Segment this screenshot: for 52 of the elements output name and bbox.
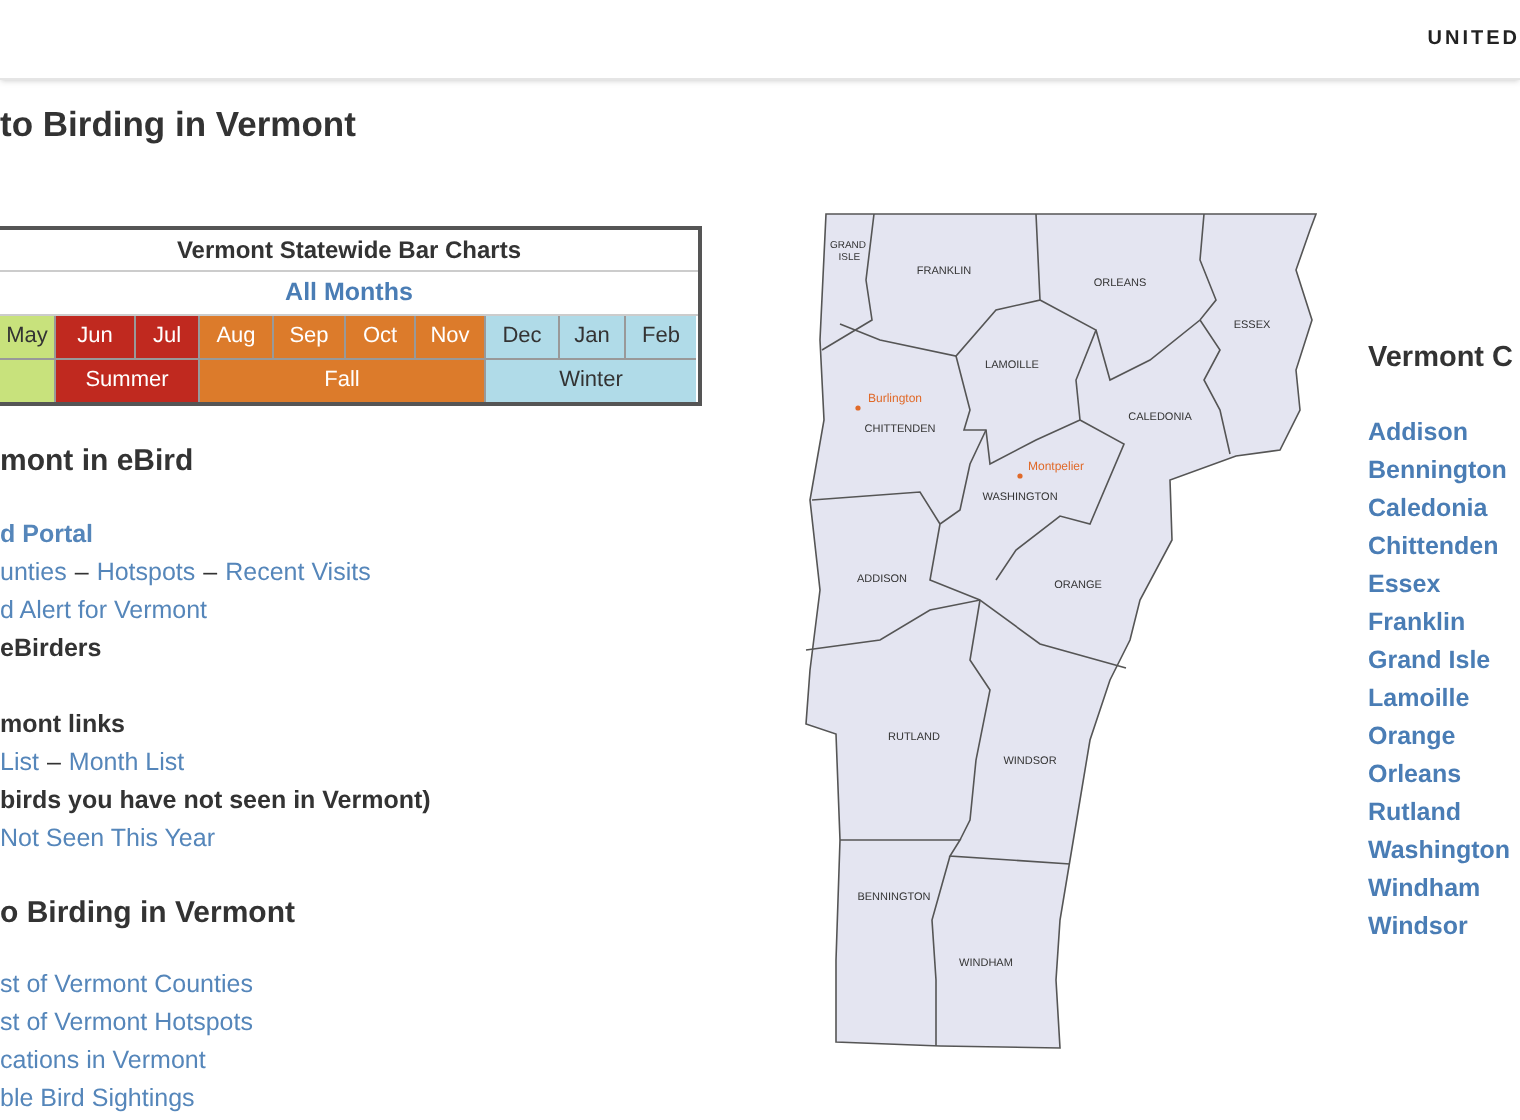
text: eBirders (0, 631, 102, 666)
county-link[interactable]: Rutland (1368, 793, 1514, 832)
month-link[interactable]: Jun (56, 316, 136, 360)
text: – (46, 745, 61, 780)
month-link[interactable]: May (0, 316, 56, 360)
month-link[interactable]: Feb (626, 316, 696, 360)
month-link[interactable]: Jan (560, 316, 626, 360)
county-link[interactable]: Lamoille (1368, 679, 1514, 718)
month-link[interactable]: Sep (274, 316, 346, 360)
link[interactable]: Month List (68, 743, 185, 781)
month-link[interactable]: Oct (346, 316, 416, 360)
link[interactable]: Not Seen This Year (0, 819, 215, 857)
county-link[interactable]: Chittenden (1368, 527, 1514, 566)
text: mont links (0, 707, 126, 742)
counties-heading: Vermont C (1368, 340, 1514, 378)
link[interactable]: cations in Vermont (0, 1042, 206, 1080)
county-link[interactable]: Addison (1368, 413, 1514, 452)
season-link[interactable]: Fall (200, 360, 486, 402)
county-link[interactable]: Bennington (1368, 451, 1514, 490)
link[interactable]: unties (0, 553, 67, 591)
county-link[interactable]: Grand Isle (1368, 641, 1514, 680)
section-heading: o Birding in Vermont (0, 893, 298, 933)
month-link[interactable]: Dec (486, 316, 560, 360)
link[interactable]: Hotspots (96, 553, 196, 591)
text: – (203, 555, 218, 590)
county-link[interactable]: Orange (1368, 717, 1514, 756)
season-link[interactable] (0, 360, 56, 402)
county-link[interactable]: Caledonia (1368, 489, 1514, 528)
link[interactable]: d Alert for Vermont (0, 591, 208, 629)
table-title: Vermont Statewide Bar Charts (0, 230, 698, 272)
text: birds you have not seen in Vermont) (0, 783, 431, 818)
link[interactable]: Recent Visits (225, 553, 371, 591)
county-link[interactable]: Franklin (1368, 603, 1514, 642)
link[interactable]: d Portal (0, 515, 94, 553)
page-title: to Birding in Vermont (0, 102, 356, 148)
text: – (74, 555, 89, 590)
month-link[interactable]: Nov (416, 316, 486, 360)
header-text[interactable]: UNITED (1427, 24, 1520, 54)
month-link[interactable]: Aug (200, 316, 274, 360)
link[interactable]: ble Bird Sightings (0, 1080, 195, 1118)
county-link[interactable]: Windham (1368, 869, 1514, 908)
link[interactable]: st of Vermont Counties (0, 966, 253, 1004)
county-link[interactable]: Windsor (1368, 907, 1514, 946)
county-link[interactable]: Washington (1368, 831, 1514, 870)
link[interactable]: List (0, 743, 39, 781)
county-link[interactable]: Orleans (1368, 755, 1514, 794)
month-link[interactable]: Jul (136, 316, 200, 360)
season-link[interactable]: Winter (486, 360, 696, 402)
section-heading: mont in eBird (0, 442, 196, 482)
season-link[interactable]: Summer (56, 360, 200, 402)
link[interactable]: st of Vermont Hotspots (0, 1004, 253, 1042)
county-link[interactable]: Essex (1368, 565, 1514, 604)
